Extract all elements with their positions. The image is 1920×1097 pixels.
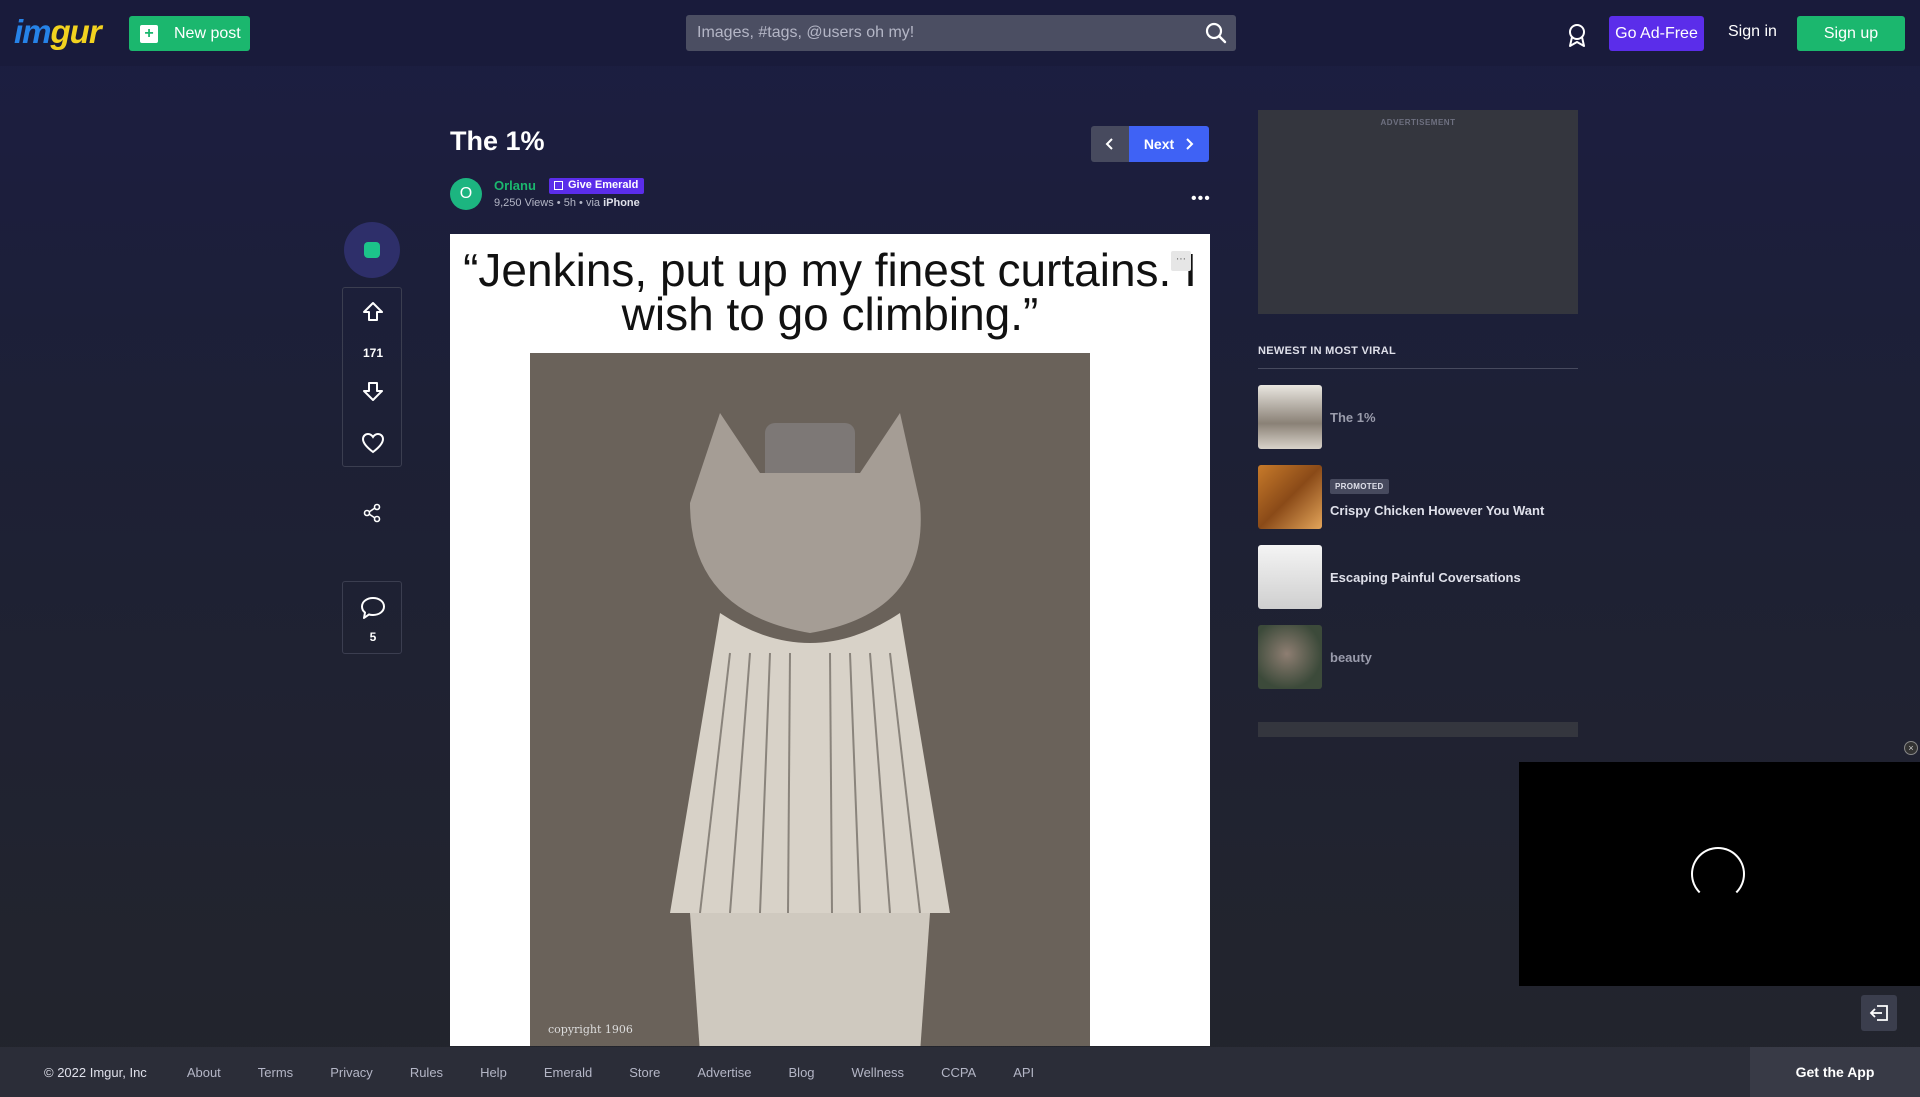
viral-item-title: Escaping Painful Coversations [1330,569,1521,585]
cat-photo: copyright 1906 [530,353,1090,1046]
emerald-award-button[interactable] [344,222,400,278]
viral-item[interactable]: Escaping Painful Coversations [1258,545,1578,609]
viral-thumbnail [1258,545,1322,609]
get-app-button[interactable]: Get the App [1750,1047,1920,1097]
plus-icon: + [140,24,158,43]
image-caption: “Jenkins, put up my finest curtains. I w… [463,244,1197,340]
advertisement-slot[interactable]: ADVERTISEMENT [1258,110,1578,314]
next-button[interactable]: Next [1129,126,1209,162]
footer-link-rules[interactable]: Rules [410,1065,443,1080]
ad-label: ADVERTISEMENT [1380,118,1456,127]
vote-panel: 171 [342,287,402,467]
viral-item[interactable]: beauty [1258,625,1578,689]
footer-link-help[interactable]: Help [480,1065,507,1080]
chevron-left-icon [1105,138,1113,150]
exit-icon [1869,1005,1888,1021]
footer-link-store[interactable]: Store [629,1065,660,1080]
top-header: imgur + New post Go Ad-Free Sign in Sign… [0,0,1920,66]
sidebar-footer-strip [1258,722,1578,737]
newest-viral-heading: NEWEST IN MOST VIRAL [1258,345,1578,369]
viral-item[interactable]: The 1% [1258,385,1578,449]
close-video-icon[interactable]: × [1904,741,1918,755]
post-title: The 1% [450,126,545,156]
copyright-text: © 2022 Imgur, Inc [44,1064,147,1080]
sign-in-link[interactable]: Sign in [1728,23,1777,41]
search-input[interactable] [686,15,1236,51]
via-source: iPhone [603,197,640,209]
give-emerald-button[interactable]: Give Emerald [549,178,645,194]
new-post-label: New post [174,24,241,42]
meta-separator: • [579,197,586,209]
viral-thumbnail [1258,385,1322,449]
footer-link-emerald[interactable]: Emerald [544,1065,592,1080]
footer-link-privacy[interactable]: Privacy [330,1065,373,1080]
post-meta: 9,250 Views • 5h • via iPhone [494,197,640,209]
post-age: 5h [563,197,576,209]
viral-item-text: PROMOTED Crispy Chicken However You Want [1330,477,1544,518]
promoted-badge: PROMOTED [1330,478,1389,494]
viral-thumbnail [1258,625,1322,689]
via-label: via [585,197,601,209]
post-navigation: Next [1091,126,1209,162]
meta-separator: • [556,197,564,209]
comment-count: 5 [369,630,377,644]
expand-image-icon[interactable]: ⋯ [1171,251,1191,271]
share-icon[interactable] [362,503,382,523]
loading-spinner-icon [1691,847,1745,901]
page-footer: © 2022 Imgur, Inc About Terms Privacy Ru… [0,1047,1920,1097]
previous-button[interactable] [1091,126,1129,162]
viral-item-title: Crispy Chicken However You Want [1330,502,1545,518]
photo-watermark: copyright 1906 [548,1023,633,1036]
heart-icon[interactable] [361,432,385,454]
exit-video-button[interactable] [1861,995,1897,1031]
footer-link-terms[interactable]: Terms [258,1065,293,1080]
go-ad-free-button[interactable]: Go Ad-Free [1609,16,1704,51]
chevron-right-icon [1186,138,1194,150]
cat-illustration: copyright 1906 [530,353,1090,1046]
post-image[interactable]: “Jenkins, put up my finest curtains. I w… [450,234,1210,1046]
emerald-icon [364,242,380,258]
view-count: 9,250 Views [494,197,554,209]
more-options-icon[interactable]: ••• [1191,190,1211,208]
gift-icon [554,181,563,190]
downvote-icon[interactable] [361,379,385,403]
comment-icon [361,597,385,619]
sign-up-button[interactable]: Sign up [1797,16,1905,51]
footer-link-about[interactable]: About [187,1065,221,1080]
viral-thumbnail [1258,465,1322,529]
viral-item-promoted[interactable]: PROMOTED Crispy Chicken However You Want [1258,465,1578,529]
viral-item-title: The 1% [1330,409,1376,425]
vote-count: 171 [362,346,384,360]
comments-button[interactable]: 5 [342,581,402,654]
author-avatar[interactable]: O [450,178,482,210]
search-icon[interactable] [1204,21,1228,45]
upvote-icon[interactable] [361,300,385,324]
viral-item-title: beauty [1330,649,1372,665]
search-bar [686,15,1236,51]
footer-link-ccpa[interactable]: CCPA [941,1065,976,1080]
imgur-logo[interactable]: imgur [14,14,102,50]
footer-link-api[interactable]: API [1013,1065,1034,1080]
footer-link-blog[interactable]: Blog [789,1065,815,1080]
next-label: Next [1143,136,1175,152]
footer-link-wellness[interactable]: Wellness [852,1065,905,1080]
medal-icon[interactable] [1565,22,1589,48]
author-name[interactable]: Orlanu [494,178,536,193]
new-post-button[interactable]: + New post [129,16,250,51]
footer-link-advertise[interactable]: Advertise [697,1065,751,1080]
give-emerald-label: Give Emerald [568,179,639,191]
